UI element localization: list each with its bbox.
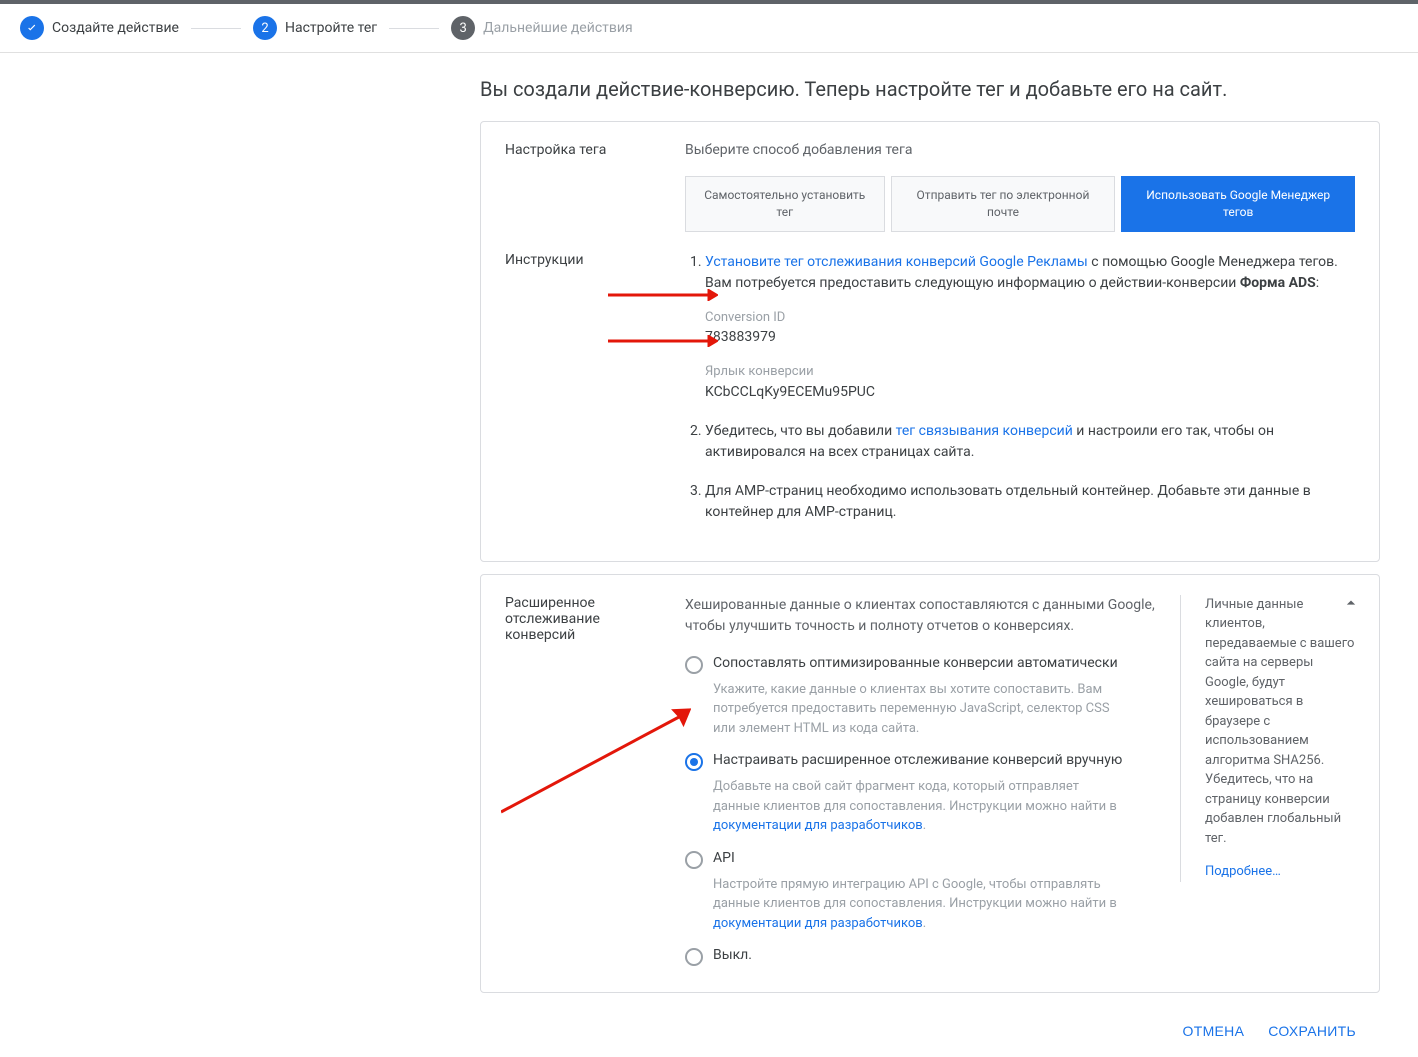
cancel-button[interactable]: ОТМЕНА [1183,1023,1245,1039]
setup-desc: Выберите способ добавления тега [685,142,1355,158]
save-button[interactable]: СОХРАНИТЬ [1268,1023,1356,1039]
conversion-linker-link[interactable]: тег связывания конверсий [896,423,1073,439]
radio-option-off[interactable]: Выкл. [685,947,1160,966]
step-1-label: Создайте действие [52,20,179,36]
infobox: Личные данные клиентов, передаваемые с в… [1180,595,1355,882]
conversion-tag-label: Ярлык конверсии [705,362,1355,382]
page-title: Вы создали действие-конверсию. Теперь на… [480,77,1418,101]
instruction-2: Убедитесь, что вы добавили тег связывани… [705,421,1355,463]
radio-off-label: Выкл. [713,947,752,963]
radio-icon[interactable] [685,851,703,869]
radio-manual-label: Настраивать расширенное отслеживание кон… [713,752,1122,768]
dev-docs-link[interactable]: документации для разработчиков [713,818,923,833]
chevron-up-icon[interactable] [1341,593,1361,617]
radio-icon[interactable] [685,753,703,771]
stepper: Создайте действие 2 Настройте тег 3 Даль… [0,4,1418,53]
instruction-3: Для AMP-страниц необходимо использовать … [705,481,1355,523]
conversion-id-label: Conversion ID [705,308,1355,328]
step-2-label: Настройте тег [285,20,377,36]
radio-option-auto[interactable]: Сопоставлять оптимизированные конверсии … [685,655,1160,674]
step-3[interactable]: 3 Дальнейшие действия [451,16,633,40]
step-3-label: Дальнейшие действия [483,20,633,36]
enhanced-label: Расширенное отслеживание конверсий [505,595,665,973]
radio-auto-desc: Укажите, какие данные о клиентах вы хоти… [713,680,1123,739]
step-2-circle: 2 [253,16,277,40]
tag-method-tabs: Самостоятельно установить тег Отправить … [685,176,1355,232]
radio-manual-desc: Добавьте на свой сайт фрагмент кода, кот… [713,777,1123,836]
radio-api-label: API [713,850,735,866]
learn-more-link[interactable]: Подробнее… [1205,862,1355,882]
instructions-list: Установите тег отслеживания конверсий Go… [685,252,1355,523]
step-line [389,28,439,29]
radio-icon[interactable] [685,948,703,966]
conversion-tag-value: KCbCCLqKy9ECEMu95PUC [705,382,1355,403]
tab-gtm[interactable]: Использовать Google Менеджер тегов [1121,176,1355,232]
radio-option-manual[interactable]: Настраивать расширенное отслеживание кон… [685,752,1160,771]
conversion-id-value: 783883979 [705,327,1355,348]
card-tag-setup: Настройка тега Выберите способ добавлени… [480,121,1380,562]
infobox-text: Личные данные клиентов, передаваемые с в… [1205,595,1355,849]
step-line [191,28,241,29]
radio-api-desc: Настройте прямую интеграцию API с Google… [713,875,1123,934]
radio-option-api[interactable]: API [685,850,1160,869]
step-1[interactable]: Создайте действие [20,16,179,40]
enhanced-desc: Хешированные данные о клиентах сопоставл… [685,595,1160,637]
install-tag-link[interactable]: Установите тег отслеживания конверсий Go… [705,254,1088,270]
dev-docs-link[interactable]: документации для разработчиков [713,916,923,931]
card-enhanced-conversions: Расширенное отслеживание конверсий Хешир… [480,574,1380,994]
radio-icon[interactable] [685,656,703,674]
tab-self-install[interactable]: Самостоятельно установить тег [685,176,885,232]
check-icon [20,16,44,40]
footer-actions: ОТМЕНА СОХРАНИТЬ [480,1005,1380,1057]
instructions-label: Инструкции [505,252,665,541]
instruction-1: Установите тег отслеживания конверсий Go… [705,252,1355,403]
radio-auto-label: Сопоставлять оптимизированные конверсии … [713,655,1118,671]
tab-email[interactable]: Отправить тег по электронной почте [891,176,1116,232]
setup-label: Настройка тега [505,142,665,232]
step-3-circle: 3 [451,16,475,40]
step-2[interactable]: 2 Настройте тег [253,16,377,40]
